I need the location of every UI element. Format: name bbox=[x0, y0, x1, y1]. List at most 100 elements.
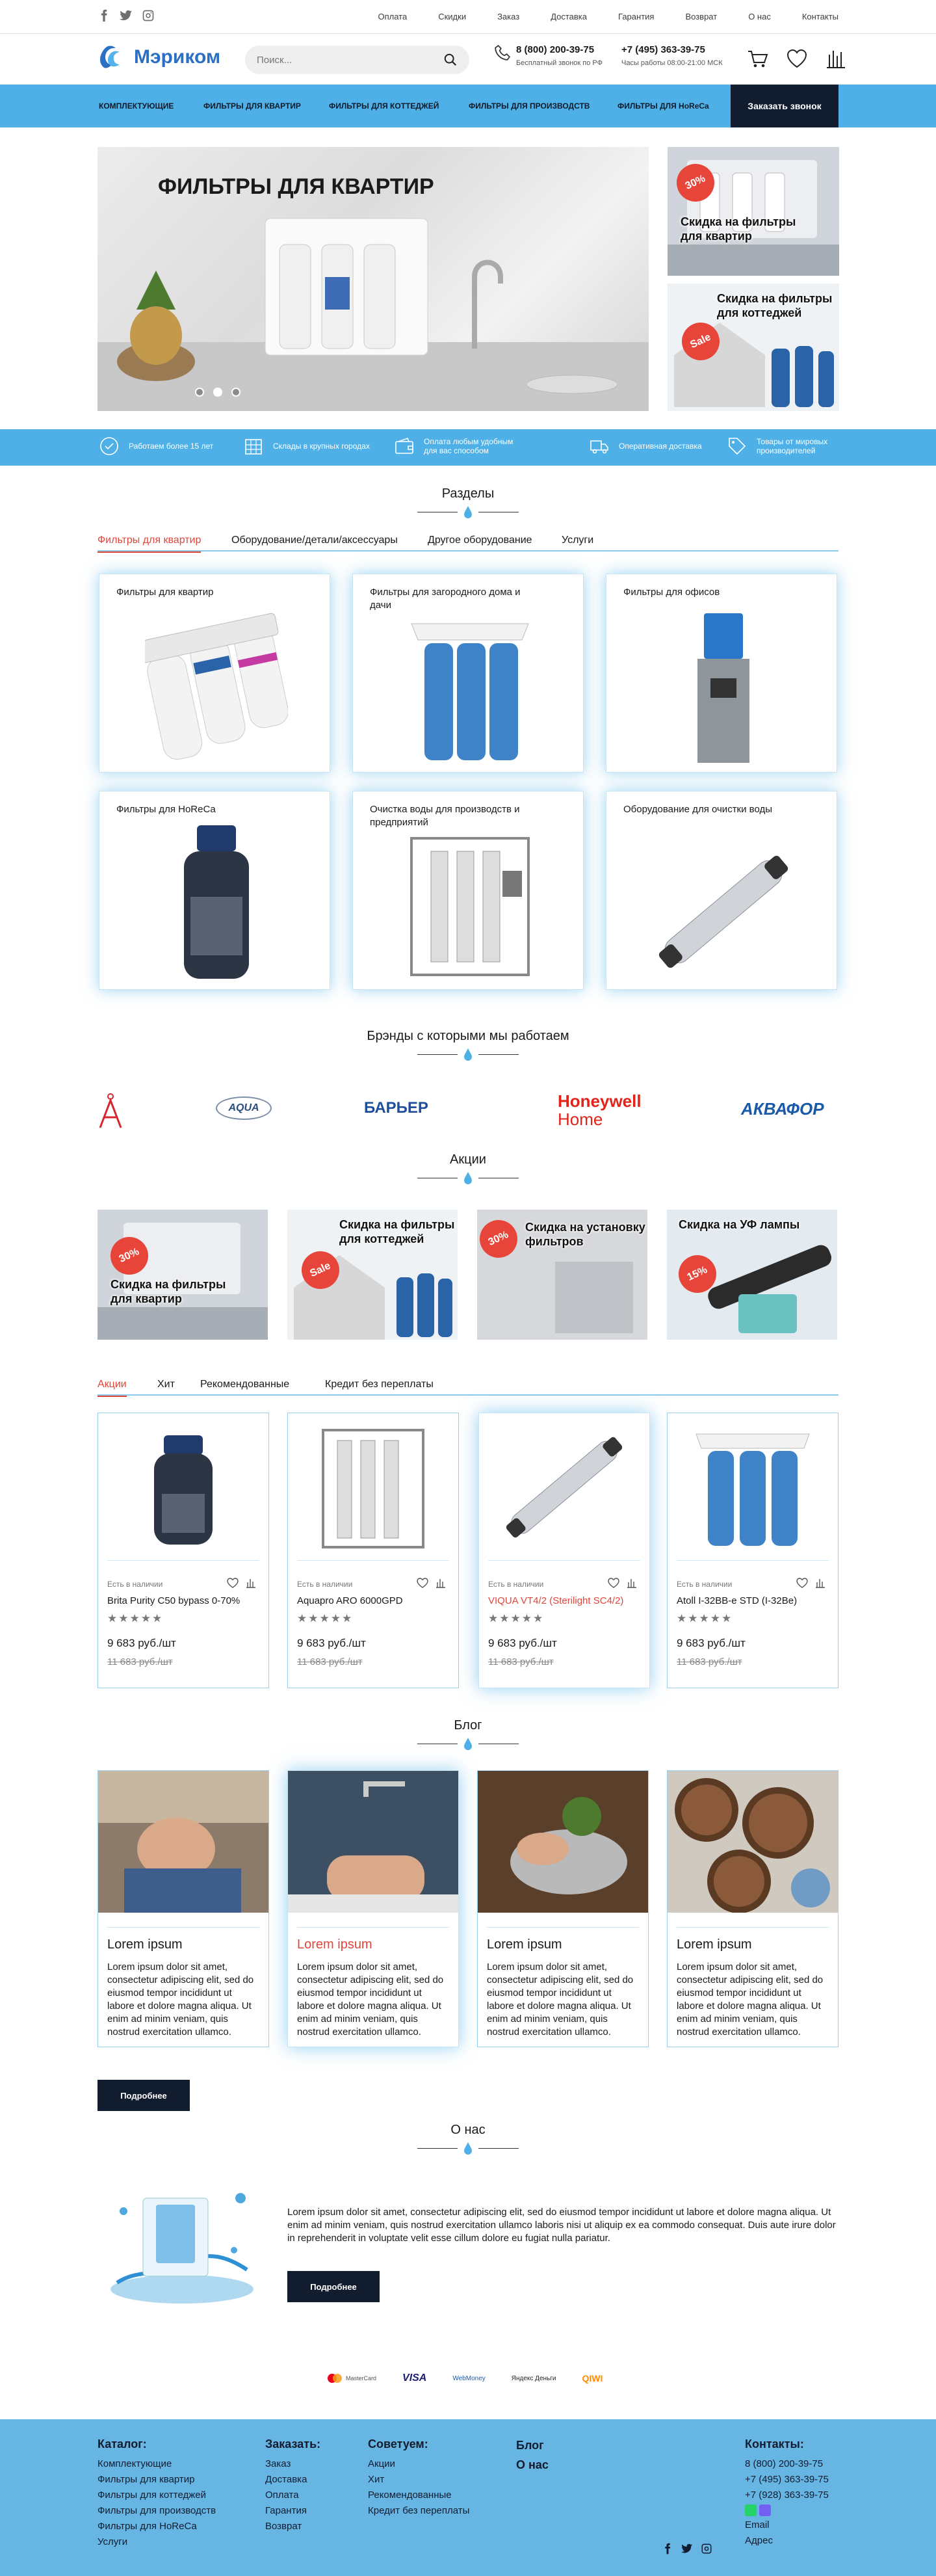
favorites-heart-icon[interactable] bbox=[785, 47, 809, 70]
footer-email[interactable]: Email bbox=[745, 2517, 829, 2533]
hero-slider[interactable]: ФИЛЬТРЫ ДЛЯ КВАРТИР bbox=[98, 147, 649, 411]
product-card[interactable]: Есть в наличии VIQUA VT4/2 (Sterilight S… bbox=[478, 1413, 650, 1688]
menu-components[interactable]: КОМПЛЕКТУЮЩИЕ bbox=[99, 101, 174, 111]
heart-icon[interactable] bbox=[608, 1577, 619, 1589]
brand-aqua[interactable]: AQUA bbox=[216, 1096, 272, 1120]
footer-link[interactable]: Комплектующие bbox=[98, 2456, 216, 2472]
tab-other-equipment[interactable]: Другое оборудование bbox=[428, 535, 532, 546]
phone-free-number[interactable]: 8 (800) 200-39-75 bbox=[516, 44, 603, 55]
blog-title[interactable]: Lorem ipsum bbox=[487, 1937, 562, 1952]
facebook-icon[interactable] bbox=[662, 2543, 673, 2555]
blog-card[interactable]: Lorem ipsum Lorem ipsum dolor sit amet, … bbox=[667, 1770, 838, 2047]
tab-equipment[interactable]: Оборудование/детали/аксессуары bbox=[231, 535, 398, 546]
about-more-button[interactable]: Подробнее bbox=[287, 2271, 380, 2302]
footer-link[interactable]: Фильтры для коттеджей bbox=[98, 2488, 216, 2503]
top-nav-return[interactable]: Возврат bbox=[685, 12, 717, 21]
footer-blog-link[interactable]: Блог bbox=[516, 2437, 549, 2453]
blog-title[interactable]: Lorem ipsum bbox=[107, 1937, 183, 1952]
promo-card[interactable]: 30% Скидка на установку фильтров bbox=[477, 1210, 647, 1340]
footer-link[interactable]: Фильтры для HoReCa bbox=[98, 2519, 216, 2534]
slider-dot-3[interactable] bbox=[231, 388, 240, 397]
viber-icon[interactable] bbox=[759, 2504, 771, 2516]
blog-card[interactable]: Lorem ipsum Lorem ipsum dolor sit amet, … bbox=[287, 1770, 459, 2047]
search-icon[interactable] bbox=[443, 53, 458, 67]
blog-title[interactable]: Lorem ipsum bbox=[297, 1937, 372, 1952]
tab-hit[interactable]: Хит bbox=[157, 1379, 175, 1390]
top-nav-contacts[interactable]: Контакты bbox=[802, 12, 838, 21]
tab-credit[interactable]: Кредит без переплаты bbox=[325, 1379, 434, 1390]
tab-services[interactable]: Услуги bbox=[562, 535, 593, 546]
footer-link[interactable]: Кредит без переплаты bbox=[368, 2503, 469, 2519]
footer-link[interactable]: Фильтры для производств bbox=[98, 2503, 216, 2519]
heart-icon[interactable] bbox=[796, 1577, 808, 1589]
top-nav-discounts[interactable]: Скидки bbox=[438, 12, 466, 21]
promo-card[interactable]: 30% Скидка на фильтры для квартир bbox=[98, 1210, 268, 1340]
category-card-horeca[interactable]: Фильтры для HoReCa bbox=[99, 791, 330, 990]
blog-card[interactable]: Lorem ipsum Lorem ipsum dolor sit amet, … bbox=[477, 1770, 649, 2047]
category-card-apartments[interactable]: Фильтры для квартир bbox=[99, 574, 330, 773]
instagram-icon[interactable] bbox=[142, 9, 155, 22]
tab-promotions[interactable]: Акции bbox=[98, 1379, 127, 1397]
product-card[interactable]: Есть в наличии Aquapro ARO 6000GPD ★★★★★… bbox=[287, 1413, 459, 1688]
footer-link[interactable]: Гарантия bbox=[265, 2503, 320, 2519]
hero-promo-cottages[interactable]: Sale Скидка на фильтры для коттеджей bbox=[668, 284, 839, 411]
blog-card[interactable]: Lorem ipsum Lorem ipsum dolor sit amet, … bbox=[98, 1770, 269, 2047]
twitter-icon[interactable] bbox=[120, 9, 133, 22]
footer-address[interactable]: Адрес bbox=[745, 2533, 829, 2549]
footer-link[interactable]: Доставка bbox=[265, 2472, 320, 2488]
product-name[interactable]: Brita Purity C50 bypass 0-70% bbox=[107, 1595, 240, 1606]
heart-icon[interactable] bbox=[417, 1577, 428, 1589]
category-card-industrial[interactable]: Очистка воды для производств и предприят… bbox=[352, 791, 584, 990]
brand-aquaphor[interactable]: АКВАФОР bbox=[741, 1099, 824, 1119]
category-card-offices[interactable]: Фильтры для офисов bbox=[606, 574, 837, 773]
footer-about-link[interactable]: О нас bbox=[516, 2457, 549, 2473]
compare-icon[interactable] bbox=[435, 1577, 447, 1589]
site-logo[interactable]: Мэриком bbox=[98, 44, 220, 70]
phone-moscow-number[interactable]: +7 (495) 363-39-75 bbox=[621, 44, 723, 55]
whatsapp-icon[interactable] bbox=[745, 2504, 757, 2516]
top-nav-warranty[interactable]: Гарантия bbox=[618, 12, 654, 21]
footer-link[interactable]: Рекомендованные bbox=[368, 2488, 469, 2503]
category-card-water-treatment[interactable]: Оборудование для очистки воды bbox=[606, 791, 837, 990]
top-nav-delivery[interactable]: Доставка bbox=[551, 12, 587, 21]
footer-link[interactable]: Оплата bbox=[265, 2488, 320, 2503]
product-card[interactable]: Есть в наличии Brita Purity C50 bypass 0… bbox=[98, 1413, 269, 1688]
footer-link[interactable]: Фильтры для квартир bbox=[98, 2472, 216, 2488]
footer-phone[interactable]: +7 (495) 363-39-75 bbox=[745, 2472, 829, 2488]
footer-link[interactable]: Услуги bbox=[98, 2534, 216, 2550]
footer-link[interactable]: Возврат bbox=[265, 2519, 320, 2534]
tab-apartment-filters[interactable]: Фильтры для квартир bbox=[98, 535, 202, 553]
footer-link[interactable]: Заказ bbox=[265, 2456, 320, 2472]
brand-barrier[interactable]: БАРЬЕР bbox=[364, 1099, 428, 1117]
top-nav-about[interactable]: О нас bbox=[748, 12, 771, 21]
tab-recommended[interactable]: Рекомендованные bbox=[200, 1379, 289, 1390]
menu-production-filters[interactable]: ФИЛЬТРЫ ДЛЯ ПРОИЗВОДСТВ bbox=[469, 101, 590, 111]
heart-icon[interactable] bbox=[227, 1577, 239, 1589]
compare-icon[interactable] bbox=[814, 1577, 826, 1589]
blog-title[interactable]: Lorem ipsum bbox=[677, 1937, 752, 1952]
request-call-button[interactable]: Заказать звонок bbox=[731, 85, 838, 127]
product-name[interactable]: Aquapro ARO 6000GPD bbox=[297, 1595, 403, 1606]
compare-icon[interactable] bbox=[626, 1577, 638, 1589]
slider-dot-1[interactable] bbox=[195, 388, 204, 397]
brand-a-logo[interactable] bbox=[98, 1093, 124, 1129]
hero-promo-apartments[interactable]: 30% Скидка на фильтры для квартир bbox=[668, 147, 839, 276]
category-card-cottages[interactable]: Фильтры для загородного дома и дачи bbox=[352, 574, 584, 773]
product-card[interactable]: Есть в наличии Atoll I-32BB-e STD (I-32B… bbox=[667, 1413, 838, 1688]
footer-phone[interactable]: 8 (800) 200-39-75 bbox=[745, 2456, 829, 2472]
promo-card[interactable]: Sale Скидка на фильтры для коттеджей bbox=[287, 1210, 458, 1340]
menu-apartment-filters[interactable]: ФИЛЬТРЫ ДЛЯ КВАРТИР bbox=[203, 101, 301, 111]
brand-honeywell[interactable]: Honeywell bbox=[558, 1093, 642, 1109]
menu-horeca-filters[interactable]: ФИЛЬТРЫ ДЛЯ HoReCa bbox=[618, 101, 709, 111]
promo-card[interactable]: 15% Скидка на УФ лампы bbox=[667, 1210, 837, 1340]
product-name[interactable]: VIQUA VT4/2 (Sterilight SC4/2) bbox=[488, 1595, 623, 1606]
compare-icon[interactable] bbox=[824, 47, 848, 70]
top-nav-order[interactable]: Заказ bbox=[497, 12, 519, 21]
facebook-icon[interactable] bbox=[98, 9, 110, 22]
top-nav-payment[interactable]: Оплата bbox=[378, 12, 407, 21]
search-bar[interactable] bbox=[245, 46, 469, 74]
instagram-icon[interactable] bbox=[701, 2543, 712, 2555]
footer-link[interactable]: Акции bbox=[368, 2456, 469, 2472]
twitter-icon[interactable] bbox=[681, 2543, 693, 2555]
product-name[interactable]: Atoll I-32BB-e STD (I-32Be) bbox=[677, 1595, 797, 1606]
